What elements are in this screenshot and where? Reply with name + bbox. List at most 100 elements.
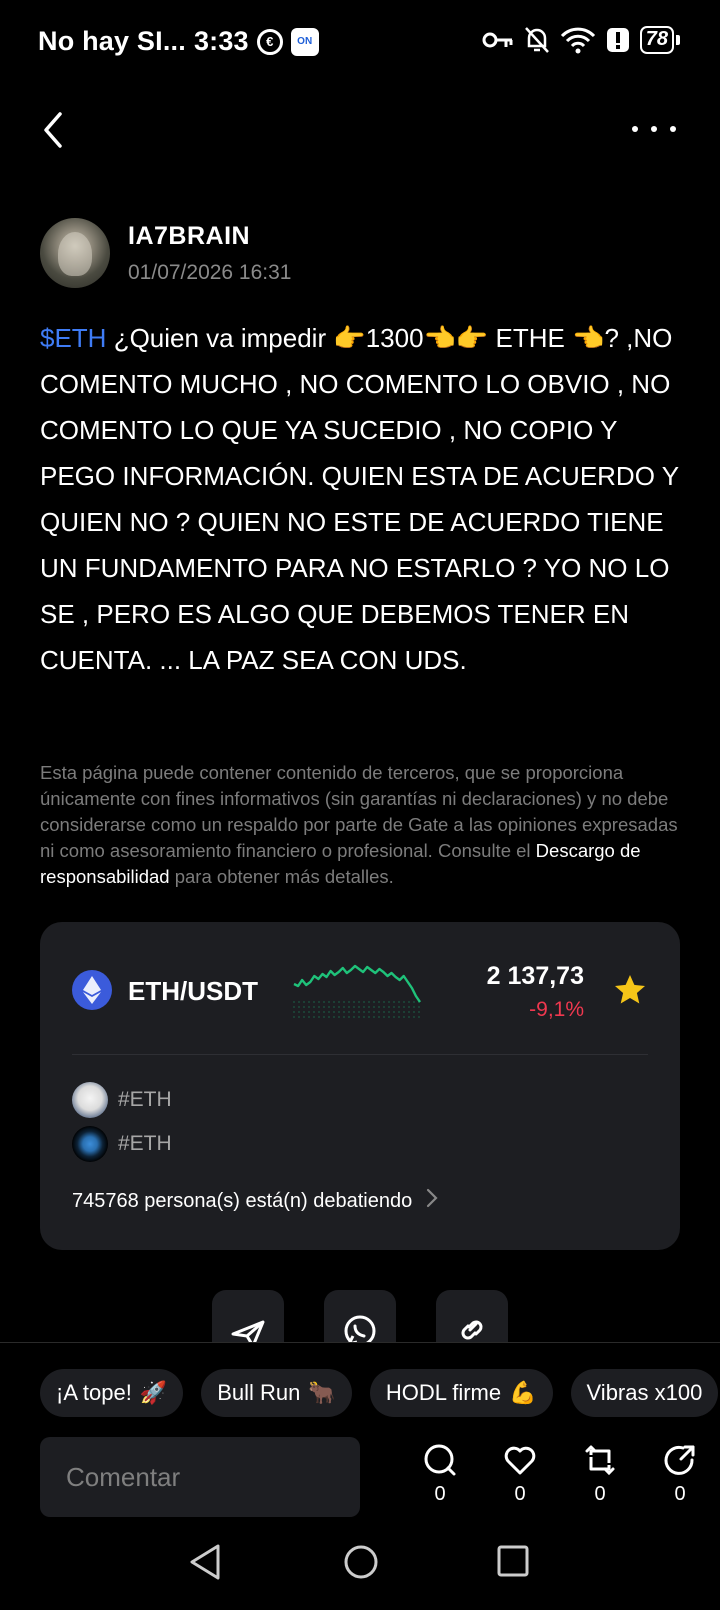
- sparkline-dot: [403, 1016, 405, 1018]
- app-notification-icon: ON: [290, 27, 319, 56]
- nav-back-icon[interactable]: [188, 1542, 224, 1582]
- sparkline-dot: [393, 1001, 395, 1003]
- share-whatsapp-button[interactable]: [324, 1290, 396, 1346]
- sparkline-dot: [298, 1011, 300, 1013]
- post-text: ¿Quien va impedir 👉1300👈👉 ETHE 👈? ,NO CO…: [40, 323, 679, 675]
- sparkline-dot: [418, 1006, 420, 1008]
- market-card: ETH/USDT 2 137,73 -9,1% #ETH #ETH 745768…: [40, 922, 680, 1250]
- sparkline-dot: [333, 1011, 335, 1013]
- bull-icon: 🐂: [308, 1380, 336, 1405]
- sparkline-dot: [418, 1011, 420, 1013]
- sparkline-dot: [328, 1016, 330, 1018]
- topic-avatar-globe: [72, 1126, 108, 1162]
- sparkline-dot: [413, 1016, 415, 1018]
- like-button[interactable]: 0: [480, 1443, 560, 1506]
- sparkline-dot: [353, 1011, 355, 1013]
- sparkline-dot: [363, 1001, 365, 1003]
- sparkline-dot: [328, 1011, 330, 1013]
- sparkline-dot: [368, 1001, 370, 1003]
- sparkline-dot: [293, 1006, 295, 1008]
- sparkline-dot: [388, 1016, 390, 1018]
- sparkline-dot: [413, 1011, 415, 1013]
- sparkline-dot: [378, 1016, 380, 1018]
- heart-icon: [504, 1446, 536, 1475]
- post-author[interactable]: IA7BRAIN 01/07/2026 16:31: [40, 218, 292, 288]
- sparkline-dot: [313, 1001, 315, 1003]
- sparkline-dot: [318, 1006, 320, 1008]
- more-options-button[interactable]: [632, 114, 676, 144]
- sparkline-dot: [408, 1016, 410, 1018]
- comment-input[interactable]: [40, 1437, 360, 1517]
- favorite-star-button[interactable]: [612, 972, 648, 1008]
- pair-row[interactable]: ETH/USDT 2 137,73 -9,1%: [72, 958, 648, 1022]
- sparkline-dot: [323, 1001, 325, 1003]
- price-sparkline: [293, 964, 421, 1018]
- sparkline-dot: [298, 1001, 300, 1003]
- sparkline-dot: [373, 1001, 375, 1003]
- sparkline-dot: [333, 1016, 335, 1018]
- sparkline-dot: [383, 1011, 385, 1013]
- pair-change: -9,1%: [529, 998, 584, 1021]
- post-body: $ETH ¿Quien va impedir 👉1300👈👉 ETHE 👈? ,…: [40, 315, 685, 683]
- post-ticker-tag[interactable]: $ETH: [40, 323, 106, 353]
- copy-link-button[interactable]: [436, 1290, 508, 1346]
- repost-count: 0: [594, 1483, 606, 1505]
- flexed-biceps-icon: 💪: [509, 1380, 537, 1405]
- sparkline-dot: [313, 1011, 315, 1013]
- carrier-label: No hay SI...: [38, 26, 186, 56]
- comment-button[interactable]: 0: [400, 1443, 480, 1506]
- share-button[interactable]: 0: [640, 1443, 720, 1506]
- reaction-label: Bull Run: [217, 1380, 301, 1405]
- sparkline-dot: [393, 1011, 395, 1013]
- sparkline-dot: [393, 1006, 395, 1008]
- reaction-chip[interactable]: HODL firme 💪: [369, 1369, 553, 1417]
- sparkline-dot: [343, 1011, 345, 1013]
- sparkline-dot: [343, 1001, 345, 1003]
- sparkline-dot: [408, 1001, 410, 1003]
- author-avatar[interactable]: [40, 218, 110, 288]
- nav-home-icon[interactable]: [343, 1542, 379, 1582]
- nav-recents-icon[interactable]: [496, 1544, 530, 1580]
- alert-icon: [606, 28, 629, 52]
- sparkline-dot: [363, 1006, 365, 1008]
- sparkline-dot: [338, 1001, 340, 1003]
- sparkline-dot: [398, 1001, 400, 1003]
- sparkline-dot: [333, 1006, 335, 1008]
- comment-count: 0: [434, 1483, 446, 1505]
- topic-avatar-anime: [72, 1082, 108, 1118]
- share-telegram-button[interactable]: [212, 1290, 284, 1346]
- reaction-chip[interactable]: ¡A tope! 🚀: [40, 1369, 184, 1417]
- reaction-chip[interactable]: Vibras x100: [570, 1369, 719, 1417]
- sparkline-dot: [383, 1016, 385, 1018]
- back-button[interactable]: [36, 108, 72, 152]
- post-date: 01/07/2026 16:31: [128, 260, 292, 284]
- repost-button[interactable]: 0: [560, 1443, 640, 1506]
- reaction-chip[interactable]: Bull Run 🐂: [201, 1369, 352, 1417]
- like-count: 0: [514, 1483, 526, 1505]
- sparkline-dot: [318, 1011, 320, 1013]
- sparkline-dot: [333, 1001, 335, 1003]
- status-right: 78: [482, 26, 680, 54]
- sparkline-dot: [403, 1011, 405, 1013]
- sparkline-dot: [348, 1001, 350, 1003]
- topic-item[interactable]: #ETH: [72, 1082, 172, 1118]
- reaction-label: HODL firme: [385, 1380, 502, 1405]
- topic-label: #ETH: [118, 1088, 172, 1111]
- sparkline-dot: [303, 1016, 305, 1018]
- battery-indicator: 78: [639, 26, 680, 54]
- debating-link[interactable]: 745768 persona(s) está(n) debatiendo: [72, 1188, 438, 1214]
- sparkline-dot: [338, 1006, 340, 1008]
- author-name[interactable]: IA7BRAIN: [128, 222, 292, 251]
- comment-bubble-icon: [424, 1444, 456, 1476]
- sparkline-dot: [413, 1001, 415, 1003]
- sparkline-dot: [413, 1006, 415, 1008]
- sparkline-dot: [393, 1016, 395, 1018]
- sparkline-dot: [343, 1006, 345, 1008]
- star-icon: [615, 975, 645, 1004]
- eth-coin-icon: [72, 970, 112, 1010]
- dot-icon: [670, 126, 676, 132]
- topic-item[interactable]: #ETH: [72, 1126, 172, 1162]
- sparkline-dot: [293, 1011, 295, 1013]
- sparkline-dot: [323, 1016, 325, 1018]
- reaction-label: Vibras x100: [586, 1380, 703, 1405]
